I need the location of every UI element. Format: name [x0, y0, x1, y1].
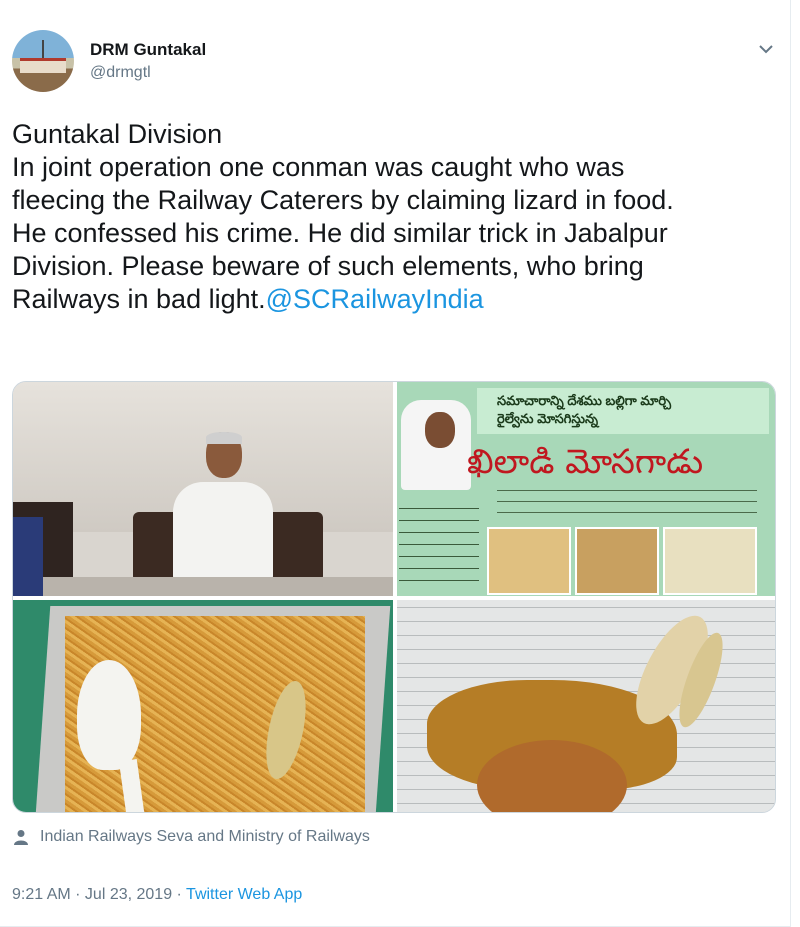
photo-hair [206, 432, 242, 444]
tweet-card: DRM Guntakal @drmgtl Guntakal Division I… [0, 0, 791, 927]
author-name[interactable]: DRM Guntakal [90, 40, 206, 60]
photo-news-poster[interactable]: సమాచారాన్ని దేశము బల్లిగా మార్చి రైల్వేన… [397, 382, 775, 596]
chevron-down-icon[interactable] [755, 38, 777, 60]
photo-left-person [13, 517, 43, 596]
meta-separator: · [70, 886, 85, 903]
author-avatar[interactable] [12, 30, 74, 92]
photo-food-paper[interactable] [397, 600, 775, 812]
poster-text-lines [497, 482, 757, 516]
avatar-building [20, 58, 66, 73]
poster-photo-1 [487, 527, 571, 595]
poster-photo-2 [575, 527, 659, 595]
tweet-last-line: Railways in bad light.@SCRailwayIndia [12, 283, 772, 316]
tweet-line: fleecing the Railway Caterers by claimin… [12, 185, 674, 215]
photo-spoon [77, 660, 141, 770]
poster-man [401, 400, 471, 490]
mention-link[interactable]: @SCRailwayIndia [266, 284, 484, 314]
photo-man-seated[interactable] [13, 382, 393, 596]
poster-side-text [399, 500, 479, 590]
tweet-line: Division. Please beware of such elements… [12, 251, 644, 281]
photo-biryani-tray[interactable] [13, 600, 393, 812]
tweet-time[interactable]: 9:21 AM [12, 886, 71, 903]
photo-floor [13, 577, 393, 596]
tweet-meta: 9:21 AM · Jul 23, 2019 · Twitter Web App [12, 886, 302, 904]
poster-photo-3 [663, 527, 757, 595]
media-grid: సమాచారాన్ని దేశము బల్లిగా మార్చి రైల్వేన… [12, 381, 776, 813]
poster-line-1: సమాచారాన్ని దేశము బల్లిగా మార్చి [497, 393, 672, 408]
tweet-text: Guntakal Division In joint operation one… [12, 118, 772, 316]
author-handle[interactable]: @drmgtl [90, 64, 151, 82]
avatar-flagpole [42, 40, 44, 60]
tweet-line: In joint operation one conman was caught… [12, 152, 625, 182]
poster-man-head [425, 412, 455, 448]
source-app-link[interactable]: Twitter Web App [186, 886, 302, 903]
poster-banner-text: సమాచారాన్ని దేశము బల్లిగా మార్చి రైల్వేన… [497, 392, 671, 428]
poster-line-2: రైల్వేను మోసగిస్తున్న [497, 411, 598, 426]
tweet-line: He confessed his crime. He did similar t… [12, 218, 668, 248]
tweet-line-text: Railways in bad light. [12, 284, 266, 314]
tweet-line: Guntakal Division [12, 119, 223, 149]
tagged-text: Indian Railways Seva and Ministry of Rai… [40, 828, 370, 845]
tagged-users[interactable]: Indian Railways Seva and Ministry of Rai… [14, 828, 370, 846]
meta-separator: · [172, 886, 187, 903]
person-icon [14, 829, 28, 845]
tweet-date[interactable]: Jul 23, 2019 [85, 886, 172, 903]
photo-shirt [173, 482, 273, 582]
